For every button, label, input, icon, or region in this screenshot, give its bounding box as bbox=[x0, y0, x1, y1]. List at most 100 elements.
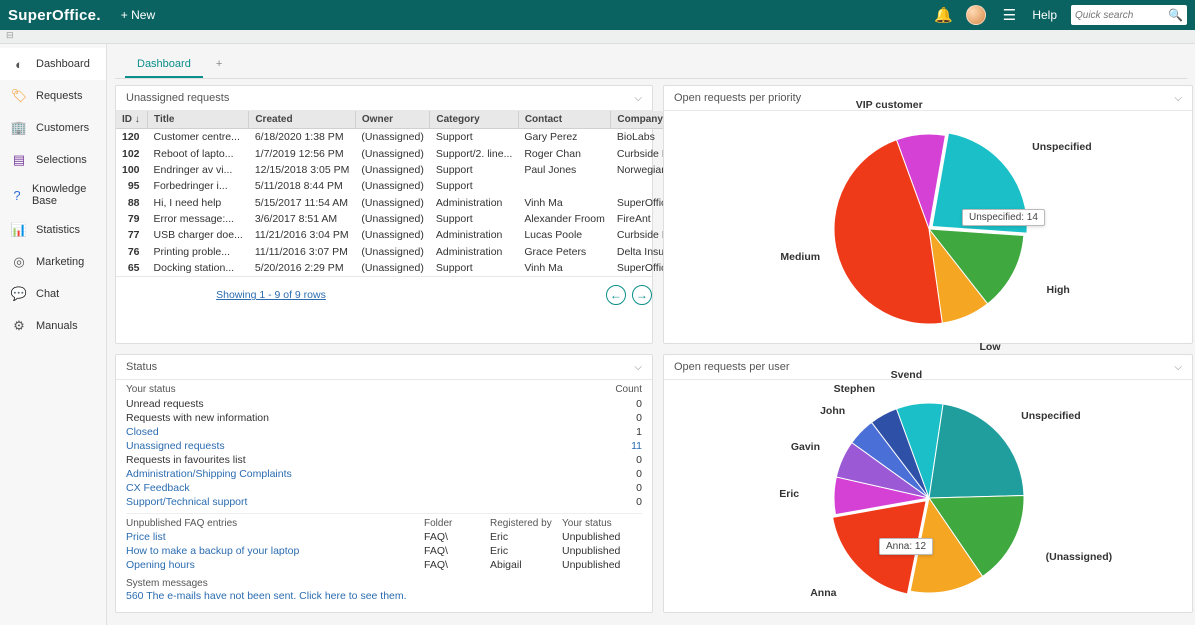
status-label[interactable]: Unassigned requests bbox=[126, 440, 618, 452]
cell: 6/18/2020 1:38 PM bbox=[249, 129, 356, 146]
status-label[interactable]: Administration/Shipping Complaints bbox=[126, 468, 618, 480]
cell: Grace Peters bbox=[518, 244, 611, 260]
table-row[interactable]: 120Customer centre...6/18/2020 1:38 PM(U… bbox=[116, 129, 681, 146]
cell: Error message:... bbox=[148, 211, 249, 227]
chart-user[interactable]: SvendUnspecified(Unassigned)AbigailAnnaE… bbox=[664, 380, 1192, 612]
status-count[interactable]: 11 bbox=[618, 440, 642, 452]
sidebar-item-requests[interactable]: 🏷Requests bbox=[0, 80, 106, 112]
column-header[interactable]: Contact bbox=[518, 111, 611, 129]
chart-priority[interactable]: VIP customerUnspecifiedHighLowMediumUnsp… bbox=[664, 111, 1192, 343]
cell: 77 bbox=[116, 227, 148, 243]
table-row[interactable]: 79Error message:...3/6/2017 8:51 AM(Unas… bbox=[116, 211, 681, 227]
chevron-down-icon[interactable]: ⌵ bbox=[1174, 362, 1182, 373]
sidebar-item-manuals[interactable]: ⚙Manuals bbox=[0, 310, 106, 342]
faq-title[interactable]: Opening hours bbox=[126, 559, 424, 571]
status-label[interactable]: Closed bbox=[126, 426, 618, 438]
table-row[interactable]: 102Reboot of lapto...1/7/2019 12:56 PM(U… bbox=[116, 145, 681, 161]
faq-title[interactable]: How to make a backup of your laptop bbox=[126, 545, 424, 557]
cell: (Unassigned) bbox=[355, 129, 429, 146]
column-header[interactable]: ID ↓ bbox=[116, 111, 148, 129]
sys-message[interactable]: 560 The e-mails have not been sent. Clic… bbox=[126, 589, 642, 606]
question-icon: ? bbox=[10, 186, 24, 204]
status-row: Support/Technical support0 bbox=[126, 495, 642, 509]
new-button[interactable]: + New bbox=[121, 8, 155, 22]
tab-dashboard[interactable]: Dashboard bbox=[125, 52, 203, 78]
status-row: Unread requests0 bbox=[126, 397, 642, 411]
chevron-down-icon[interactable]: ⌵ bbox=[634, 362, 642, 373]
sidebar-item-knowledge-base[interactable]: ? Knowledge Base bbox=[0, 176, 106, 214]
help-link[interactable]: Help bbox=[1032, 8, 1057, 22]
table-row[interactable]: 77USB charger doe...11/21/2016 3:04 PM(U… bbox=[116, 227, 681, 243]
panel-unassigned: Unassigned requests ⌵ ID ↓TitleCreatedOw… bbox=[115, 85, 653, 344]
column-header[interactable]: Category bbox=[430, 111, 518, 129]
chat-icon: 💬 bbox=[10, 285, 28, 303]
search-icon[interactable]: 🔍 bbox=[1168, 8, 1183, 22]
bell-icon[interactable]: 🔔 bbox=[934, 6, 952, 24]
cell: Support bbox=[430, 129, 518, 146]
tab-add[interactable]: + bbox=[206, 52, 232, 76]
faq-title[interactable]: Price list bbox=[126, 531, 424, 543]
sidebar-item-dashboard[interactable]: ◐Dashboard bbox=[0, 48, 106, 80]
table-row[interactable]: 100Endringer av vi...12/15/2018 3:05 PM(… bbox=[116, 162, 681, 178]
status-count: 0 bbox=[618, 468, 642, 480]
cell: Endringer av vi... bbox=[148, 162, 249, 178]
cell: 11/21/2016 3:04 PM bbox=[249, 227, 356, 243]
cell: Support bbox=[430, 178, 518, 194]
avatar[interactable] bbox=[966, 5, 986, 25]
search-box[interactable]: 🔍 bbox=[1071, 5, 1187, 25]
sidebar-item-chat[interactable]: 💬 Chat bbox=[0, 278, 106, 310]
sidebar-item-statistics[interactable]: 📊Statistics bbox=[0, 214, 106, 246]
sidebar-item-marketing[interactable]: ◎Marketing bbox=[0, 246, 106, 278]
cell: Forbedringer i... bbox=[148, 178, 249, 194]
sidebar-item-label: Manuals bbox=[36, 320, 78, 332]
table-row[interactable]: 65Docking station...5/20/2016 2:29 PM(Un… bbox=[116, 260, 681, 276]
chevron-down-icon[interactable]: ⌵ bbox=[1174, 93, 1182, 104]
cell: (Unassigned) bbox=[355, 162, 429, 178]
status-row: Requests with new information0 bbox=[126, 411, 642, 425]
cell: (Unassigned) bbox=[355, 244, 429, 260]
table-row[interactable]: 76Printing proble...11/11/2016 3:07 PM(U… bbox=[116, 244, 681, 260]
column-header[interactable]: Title bbox=[148, 111, 249, 129]
cell: 5/11/2018 8:44 PM bbox=[249, 178, 356, 194]
column-header[interactable]: Created bbox=[249, 111, 356, 129]
search-input[interactable] bbox=[1075, 10, 1168, 21]
cell: Gary Perez bbox=[518, 129, 611, 146]
status-row: Closed1 bbox=[126, 425, 642, 439]
pager-prev[interactable]: ← bbox=[606, 285, 626, 305]
column-header[interactable]: Owner bbox=[355, 111, 429, 129]
topbar: SuperOffice + New 🔔 ☰ Help 🔍 bbox=[0, 0, 1195, 30]
cell: (Unassigned) bbox=[355, 145, 429, 161]
status-label[interactable]: CX Feedback bbox=[126, 482, 618, 494]
sidebar-item-label: Chat bbox=[36, 288, 59, 300]
chevron-down-icon[interactable]: ⌵ bbox=[634, 93, 642, 104]
pager-next[interactable]: → bbox=[632, 285, 652, 305]
pie-slice[interactable] bbox=[929, 404, 1024, 498]
panel-user: Open requests per user ⌵ SvendUnspecifie… bbox=[663, 354, 1193, 613]
cell: Roger Chan bbox=[518, 145, 611, 161]
sidebar-item-label: Knowledge Base bbox=[32, 183, 96, 207]
collapse-strip[interactable]: ⊟ bbox=[0, 30, 1195, 44]
cell: 5/20/2016 2:29 PM bbox=[249, 260, 356, 276]
col-header: Registered by bbox=[490, 518, 562, 529]
sidebar-item-label: Requests bbox=[36, 90, 82, 102]
cell: Paul Jones bbox=[518, 162, 611, 178]
cell: Administration bbox=[430, 244, 518, 260]
sidebar-item-selections[interactable]: ▤Selections bbox=[0, 144, 106, 176]
sidebar: ◐Dashboard🏷Requests🏢Customers▤Selections… bbox=[0, 44, 107, 625]
cell: Alexander Froom bbox=[518, 211, 611, 227]
list-icon: ▤ bbox=[10, 151, 28, 169]
status-count: 0 bbox=[618, 398, 642, 410]
sidebar-item-customers[interactable]: 🏢Customers bbox=[0, 112, 106, 144]
status-row: Requests in favourites list0 bbox=[126, 453, 642, 467]
status-label[interactable]: Support/Technical support bbox=[126, 496, 618, 508]
table-row[interactable]: 95Forbedringer i...5/11/2018 8:44 PM(Una… bbox=[116, 178, 681, 194]
cell: (Unassigned) bbox=[355, 211, 429, 227]
table-row[interactable]: 88Hi, I need help5/15/2017 11:54 AM(Unas… bbox=[116, 195, 681, 211]
tab-bar: Dashboard + bbox=[115, 52, 1187, 79]
pager-summary[interactable]: Showing 1 - 9 of 9 rows bbox=[216, 289, 326, 301]
menu-icon[interactable]: ☰ bbox=[1000, 6, 1018, 24]
sys-head: System messages bbox=[126, 572, 642, 589]
status-label: Unread requests bbox=[126, 398, 618, 410]
sidebar-item-label: Statistics bbox=[36, 224, 80, 236]
col-header: Folder bbox=[424, 518, 490, 529]
